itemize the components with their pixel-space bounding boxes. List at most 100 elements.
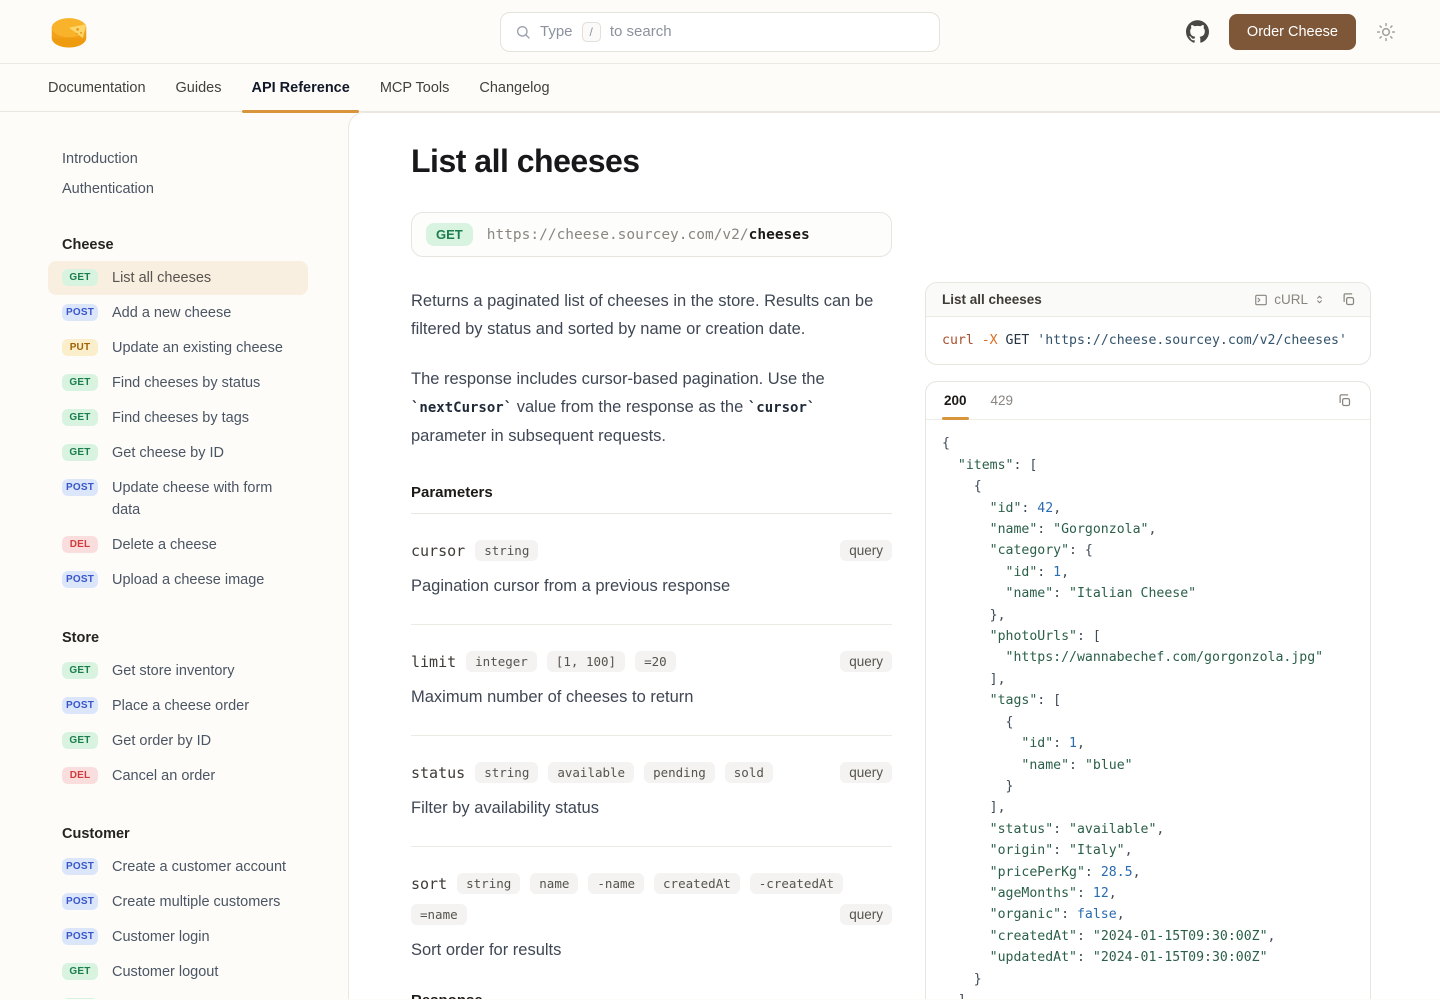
chevron-updown-icon (1314, 294, 1325, 305)
sidebar-item-label: Create multiple customers (112, 891, 298, 913)
parameter-row-cursor: cursorstringqueryPagination cursor from … (411, 514, 892, 625)
code-line: "https://wannabechef.com/gorgonzola.jpg" (942, 647, 1354, 668)
sidebar-item-delete-a-cheese[interactable]: DELDelete a cheese (48, 528, 308, 562)
search-placeholder-prefix: Type (540, 23, 573, 40)
parameter-header: statusstringavailablependingsoldquery (411, 762, 892, 783)
description-paragraph-2: The response includes cursor-based pagin… (411, 365, 892, 450)
sidebar-item-list-all-cheeses[interactable]: GETList all cheeses (48, 261, 308, 295)
parameter-row-sort: sortstringname-namecreatedAt-createdAt=n… (411, 847, 892, 978)
request-card-title: List all cheeses (942, 292, 1042, 307)
description-paragraph-1: Returns a paginated list of cheeses in t… (411, 287, 892, 343)
sidebar-item-create-multiple-customers[interactable]: POST Create multiple customers (48, 885, 308, 919)
parameter-badge: name (530, 873, 578, 894)
code-line: "pricePerKg": 28.5, (942, 862, 1354, 883)
method-badge: POST (62, 697, 98, 714)
parameter-badge: sold (725, 762, 773, 783)
code-line: ], (942, 797, 1354, 818)
parameter-header: limitinteger[1, 100]=20query (411, 651, 892, 672)
search-input[interactable]: Type / to search (500, 12, 940, 52)
endpoint-method-badge: GET (426, 223, 473, 246)
code-line: "updatedAt": "2024-01-15T09:30:00Z" (942, 947, 1354, 968)
copy-request-button[interactable] (1341, 292, 1356, 307)
theme-toggle[interactable] (1376, 22, 1396, 42)
method-badge: PUT (62, 339, 98, 356)
code-line: "id": 42, (942, 498, 1354, 519)
parameters-heading: Parameters (411, 484, 892, 514)
code-line: } (942, 969, 1354, 990)
sidebar-item-get-customer-by-username[interactable]: GETGet customer by username (48, 990, 308, 999)
code-line: "category": { (942, 540, 1354, 561)
request-card-header: List all cheeses cURL (926, 283, 1370, 317)
sidebar-item-find-cheeses-by-status[interactable]: GET Find cheeses by status (48, 366, 308, 400)
parameter-row-limit: limitinteger[1, 100]=20queryMaximum numb… (411, 625, 892, 736)
parameter-badge: [1, 100] (547, 651, 625, 672)
method-badge: GET (62, 374, 98, 391)
response-tab-200[interactable]: 200 (944, 382, 967, 420)
search-placeholder-suffix: to search (610, 23, 672, 40)
examples-column: List all cheeses cURL (925, 282, 1371, 999)
tab-api-reference[interactable]: API Reference (251, 64, 349, 112)
parameter-badge: -createdAt (750, 873, 843, 894)
tab-guides[interactable]: Guides (176, 64, 222, 112)
parameter-badge: string (457, 873, 520, 894)
code-line: "id": 1, (942, 562, 1354, 583)
sidebar-item-cancel-an-order[interactable]: DELCancel an order (48, 759, 308, 793)
language-selector[interactable]: cURL (1254, 292, 1325, 307)
tab-mcp-tools[interactable]: MCP Tools (380, 64, 450, 112)
order-cheese-button[interactable]: Order Cheese (1229, 14, 1356, 50)
code-line: { (942, 712, 1354, 733)
code-line: { (942, 476, 1354, 497)
method-badge: DEL (62, 536, 98, 553)
github-icon (1186, 20, 1209, 43)
parameter-location-badge: query (840, 651, 892, 672)
sidebar-item-place-a-cheese-order[interactable]: POSTPlace a cheese order (48, 689, 308, 723)
sidebar-item-find-cheeses-by-tags[interactable]: GETFind cheeses by tags (48, 401, 308, 435)
method-badge: POST (62, 858, 98, 875)
parameter-list: cursorstringqueryPagination cursor from … (411, 514, 892, 978)
sidebar-item-label: Update cheese with form data (112, 477, 298, 521)
code-line: "origin": "Italy", (942, 840, 1354, 861)
copy-icon (1341, 292, 1356, 307)
parameter-badge: integer (466, 651, 537, 672)
copy-icon (1337, 393, 1352, 408)
code-line: ], (942, 669, 1354, 690)
sidebar-link-introduction[interactable]: Introduction (48, 144, 320, 174)
cheese-logo[interactable] (48, 13, 90, 51)
method-badge: POST (62, 893, 98, 910)
method-badge: GET (62, 963, 98, 980)
inline-code: `nextCursor` (411, 400, 512, 416)
parameter-badge: string (475, 762, 538, 783)
sidebar-item-update-an-existing-cheese[interactable]: PUTUpdate an existing cheese (48, 331, 308, 365)
sidebar-item-update-cheese-with-form-data[interactable]: POSTUpdate cheese with form data (48, 471, 308, 527)
response-example-card: 200 429 { "items": [ { "id": 42, "name": … (925, 381, 1371, 999)
github-link[interactable] (1186, 20, 1209, 43)
copy-response-button[interactable] (1337, 393, 1352, 408)
sidebar-item-get-store-inventory[interactable]: GETGet store inventory (48, 654, 308, 688)
code-line: } (942, 776, 1354, 797)
sidebar-item-customer-login[interactable]: POSTCustomer login (48, 920, 308, 954)
code-line: "name": "Italian Cheese" (942, 583, 1354, 604)
code-line: "items": [ (942, 455, 1354, 476)
sidebar-section-customer: Customer (48, 819, 320, 849)
sidebar-item-get-cheese-by-id[interactable]: GETGet cheese by ID (48, 436, 308, 470)
method-badge: POST (62, 304, 98, 321)
sidebar-item-customer-logout[interactable]: GETCustomer logout (48, 955, 308, 989)
code-line: "organic": false, (942, 904, 1354, 925)
code-line: "name": "blue" (942, 755, 1354, 776)
code-line: "id": 1, (942, 733, 1354, 754)
tab-documentation[interactable]: Documentation (48, 64, 146, 112)
sidebar-item-get-order-by-id[interactable]: GETGet order by ID (48, 724, 308, 758)
sidebar-item-create-a-customer-account[interactable]: POSTCreate a customer account (48, 850, 308, 884)
sidebar-item-label: Find cheeses by status (112, 372, 298, 394)
sidebar-item-upload-a-cheese-image[interactable]: POSTUpload a cheese image (48, 563, 308, 597)
parameter-location-badge: query (840, 904, 892, 925)
parameter-badge: -name (588, 873, 644, 894)
nav-tabs: Documentation Guides API Reference MCP Tool… (0, 64, 1440, 112)
endpoint-path: cheeses (749, 227, 810, 243)
sidebar-item-add-a-new-cheese[interactable]: POSTAdd a new cheese (48, 296, 308, 330)
response-tab-429[interactable]: 429 (991, 382, 1014, 420)
method-badge: GET (62, 409, 98, 426)
sidebar-link-authentication[interactable]: Authentication (48, 174, 320, 204)
tab-changelog[interactable]: Changelog (479, 64, 549, 112)
code-line: "ageMonths": 12, (942, 883, 1354, 904)
